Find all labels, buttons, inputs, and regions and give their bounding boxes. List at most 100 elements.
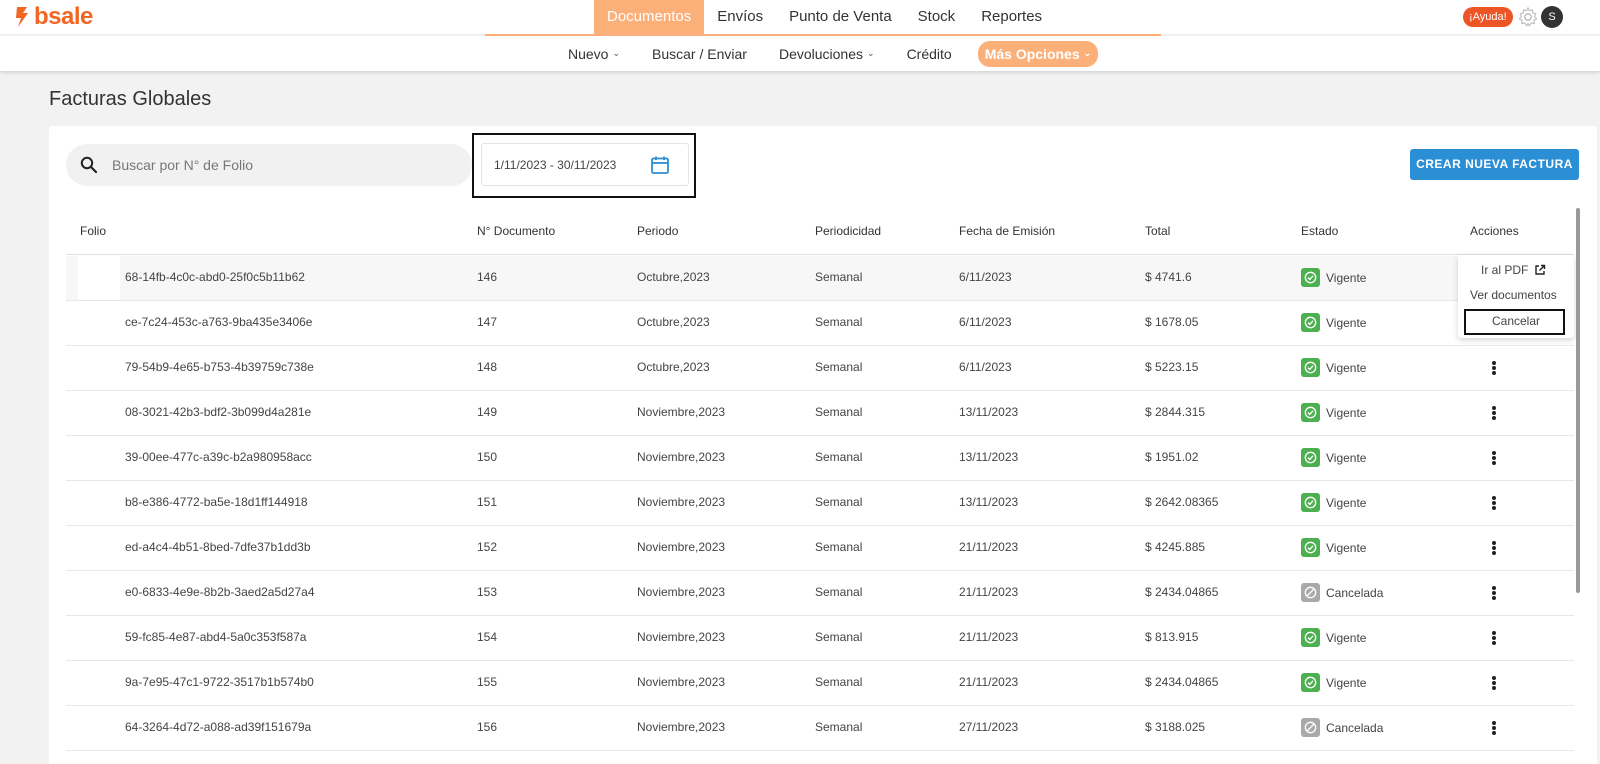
header-acciones: Acciones	[1470, 224, 1519, 238]
header-documento[interactable]: N° Documento	[477, 224, 555, 238]
calendar-icon[interactable]	[650, 155, 670, 175]
user-avatar[interactable]: S	[1541, 6, 1563, 28]
status-badge: Vigente	[1301, 313, 1366, 332]
bsale-logo-icon	[16, 7, 28, 27]
status-label: Vigente	[1326, 630, 1367, 645]
redaction-mask	[78, 526, 120, 570]
subnav-credito[interactable]: Crédito	[891, 46, 968, 62]
kebab-menu-icon[interactable]	[1487, 629, 1501, 647]
table-row[interactable]: ce-7c24-453c-a763-9ba435e3406e 147 Octubre…	[66, 301, 1574, 346]
logo-text: bsale	[34, 3, 93, 30]
check-circle-icon	[1301, 358, 1320, 377]
gear-icon[interactable]	[1517, 6, 1539, 28]
cell-periodicidad: Semanal	[815, 360, 863, 374]
cell-periodo: Noviembre,2023	[637, 585, 726, 599]
header-folio[interactable]: Folio	[80, 224, 106, 238]
cell-folio: ce-7c24-453c-a763-9ba435e3406e	[125, 315, 313, 329]
cell-total: $ 4245.885	[1145, 540, 1206, 554]
status-label: Vigente	[1326, 360, 1367, 375]
table-row[interactable]: ed-a4c4-4b51-8bed-7dfe37b1dd3b 152 Noviemb…	[66, 526, 1574, 571]
table-row[interactable]: 59-fc85-4e87-abd4-5a0c353f587a 154 Noviemb…	[66, 616, 1574, 661]
bsale-logo[interactable]: bsale	[14, 3, 93, 31]
actions-menu: Ir al PDF Ver documentos Cancelar	[1458, 255, 1574, 338]
table-row[interactable]: 79-54b9-4e65-b753-4b39759c738e 148 Octubre…	[66, 346, 1574, 391]
table-row[interactable]: e0-6833-4e9e-8b2b-3aed2a5d27a4 153 Noviemb…	[66, 571, 1574, 616]
subnav-mas-opciones[interactable]: Más Opciones ⌄	[977, 40, 1099, 67]
subnav-devoluciones[interactable]: Devoluciones ⌄	[763, 46, 891, 62]
cell-periodo: Noviembre,2023	[637, 630, 726, 644]
cell-periodo: Noviembre,2023	[637, 675, 726, 689]
cell-periodo: Octubre,2023	[637, 270, 710, 284]
kebab-menu-icon[interactable]	[1487, 359, 1501, 377]
date-range-field[interactable]: 1/11/2023 - 30/11/2023	[481, 143, 689, 186]
status-label: Cancelada	[1326, 585, 1384, 600]
table-row[interactable]: 68-14fb-4c0c-abd0-25f0c5b11b62 146 Octubre…	[66, 256, 1574, 301]
header-estado[interactable]: Estado	[1301, 224, 1338, 238]
kebab-menu-icon[interactable]	[1487, 719, 1501, 737]
status-label: Vigente	[1326, 270, 1367, 285]
cell-fecha: 13/11/2023	[959, 450, 1019, 464]
table-scrollbar[interactable]	[1576, 208, 1580, 593]
redaction-mask	[78, 616, 120, 660]
cell-fecha: 6/11/2023	[959, 360, 1012, 374]
kebab-menu-icon[interactable]	[1487, 449, 1501, 467]
header-periodicidad[interactable]: Periodicidad	[815, 224, 881, 238]
nav-envios[interactable]: Envíos	[704, 0, 776, 34]
header-fecha-emision[interactable]: Fecha de Emisión	[959, 224, 1055, 238]
chevron-down-icon: ⌄	[612, 48, 621, 58]
table-row[interactable]: 9a-7e95-47c1-9722-3517b1b574b0 155 Noviemb…	[66, 661, 1574, 706]
kebab-menu-icon[interactable]	[1487, 584, 1501, 602]
check-circle-icon	[1301, 628, 1320, 647]
cell-folio: 9a-7e95-47c1-9722-3517b1b574b0	[125, 675, 314, 689]
nav-stock[interactable]: Stock	[905, 0, 969, 34]
status-badge: Vigente	[1301, 403, 1366, 422]
nav-reportes[interactable]: Reportes	[968, 0, 1055, 34]
table-row[interactable]: 39-00ee-477c-a39c-b2a980958acc 150 Noviemb…	[66, 436, 1574, 481]
search-input[interactable]	[112, 157, 452, 173]
cell-documento: 155	[477, 675, 498, 689]
table-row[interactable]: b8-e386-4772-ba5e-18d1ff144918 151 Noviemb…	[66, 481, 1574, 526]
subnav-buscar-enviar-label: Buscar / Enviar	[652, 45, 747, 62]
check-circle-icon	[1301, 448, 1320, 467]
cell-fecha: 6/11/2023	[959, 315, 1012, 329]
redaction-mask	[78, 481, 120, 525]
status-label: Vigente	[1326, 450, 1367, 465]
status-badge: Vigente	[1301, 493, 1366, 512]
subnav-credito-label: Crédito	[906, 45, 952, 62]
cell-periodo: Noviembre,2023	[637, 720, 726, 734]
cell-documento: 148	[477, 360, 498, 374]
status-label: Vigente	[1326, 675, 1367, 690]
cell-fecha: 21/11/2023	[959, 585, 1019, 599]
check-circle-icon	[1301, 403, 1320, 422]
menu-item-ver-documentos[interactable]: Ver documentos	[1470, 288, 1557, 302]
date-range-value: 1/11/2023 - 30/11/2023	[494, 158, 617, 172]
cell-total: $ 2642.08365	[1145, 495, 1219, 509]
kebab-menu-icon[interactable]	[1487, 494, 1501, 512]
cell-documento: 151	[477, 495, 498, 509]
kebab-menu-icon[interactable]	[1487, 404, 1501, 422]
menu-item-cancelar[interactable]: Cancelar	[1458, 314, 1574, 328]
kebab-menu-icon[interactable]	[1487, 674, 1501, 692]
header-periodo[interactable]: Periodo	[637, 224, 678, 238]
help-button[interactable]: ¡Ayuda!	[1463, 7, 1513, 27]
redaction-mask	[78, 256, 120, 300]
kebab-menu-icon[interactable]	[1487, 539, 1501, 557]
status-label: Vigente	[1326, 405, 1367, 420]
cell-periodicidad: Semanal	[815, 315, 863, 329]
cell-periodo: Noviembre,2023	[637, 405, 726, 419]
header-total[interactable]: Total	[1145, 224, 1170, 238]
table-row[interactable]: 64-3264-4d72-a088-ad39f151679a 156 Noviemb…	[66, 706, 1574, 751]
cell-total: $ 813.915	[1145, 630, 1199, 644]
nav-punto-de-venta[interactable]: Punto de Venta	[776, 0, 905, 34]
nav-documentos[interactable]: Documentos	[594, 0, 705, 34]
cell-total: $ 1951.02	[1145, 450, 1199, 464]
subnav-nuevo[interactable]: Nuevo ⌄	[552, 46, 636, 62]
create-invoice-button[interactable]: CREAR NUEVA FACTURA	[1410, 149, 1579, 180]
table-row[interactable]: 08-3021-42b3-bdf2-3b099d4a281e 149 Noviemb…	[66, 391, 1574, 436]
subnav-buscar-enviar[interactable]: Buscar / Enviar	[636, 46, 763, 62]
cell-documento: 153	[477, 585, 498, 599]
cell-total: $ 1678.05	[1145, 315, 1199, 329]
redaction-mask	[78, 706, 120, 750]
menu-item-ir-al-pdf[interactable]: Ir al PDF	[1481, 263, 1546, 277]
sub-navbar: Nuevo ⌄ Buscar / Enviar Devoluciones ⌄ Cré…	[0, 36, 1600, 71]
